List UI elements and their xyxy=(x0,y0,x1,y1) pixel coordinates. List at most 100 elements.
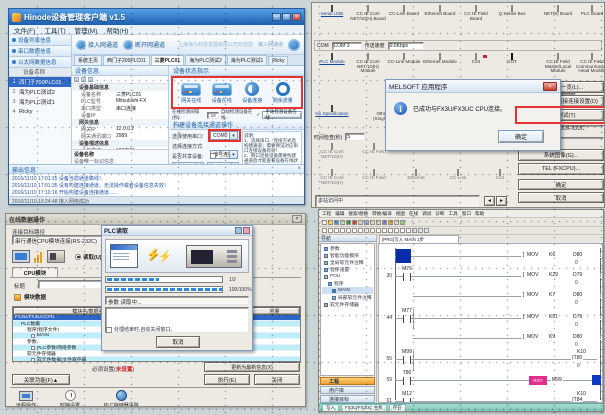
disconnect-channel-button[interactable]: 断开网通道 xyxy=(123,40,165,50)
sidebar-section-devices[interactable]: 设备列表信息 xyxy=(9,35,71,46)
nav-button-userlib[interactable]: 用户库 xyxy=(320,386,375,394)
toolbar-icon[interactable] xyxy=(370,220,375,225)
if-net2-board[interactable]: NET(II) Board xyxy=(540,7,576,17)
prop-row[interactable]: 网关通讯端口2989 xyxy=(72,133,168,140)
menu-tool[interactable]: 工具 xyxy=(449,211,458,217)
if-cclink-module[interactable]: CC-Link Module xyxy=(386,55,422,65)
connect-channel-button[interactable]: 接入网通道 xyxy=(76,40,118,50)
melsoft-dialog-titlebar[interactable]: MELSOFT 应用程序 × xyxy=(386,80,560,93)
route-next-button[interactable]: ► xyxy=(496,196,507,206)
toolbar-icon[interactable] xyxy=(340,220,345,225)
coroute-ccie-cont[interactable]: CC IE Cont NET/10(H) xyxy=(314,171,350,185)
menu-manage[interactable]: 管理(M) xyxy=(75,25,98,35)
related-functions-button[interactable]: 关联功能(F)▲ xyxy=(12,374,70,385)
melsoft-close-button[interactable]: × xyxy=(543,82,557,91)
ladder-editor[interactable]: MOVK6D80 0 30 M76 MOVK29D79 0 MOVK7D80 0… xyxy=(378,243,603,403)
output-close-icon[interactable]: × xyxy=(297,166,301,172)
tree-item[interactable]: 局部软元件注释 xyxy=(322,294,373,301)
port-combo[interactable]: COM0 xyxy=(210,131,238,140)
auto-check-icon[interactable]: ✓ xyxy=(257,112,261,118)
prop-group[interactable]: 设备描述信息 xyxy=(72,140,168,147)
if-ccie-field-master[interactable]: CC IE Field Master/Local Module xyxy=(540,55,576,74)
menu-compile[interactable]: 转换/编译 xyxy=(372,211,392,217)
update-latest-button[interactable]: 更新为最新信息(X) xyxy=(204,362,300,372)
device-row[interactable]: 4Ricky xyxy=(9,107,71,117)
property-toolbar[interactable] xyxy=(72,76,168,84)
tel-fxcpu-button[interactable]: TEL (FXCPU)... xyxy=(518,163,604,175)
cpu-module-tab[interactable]: CPU模块 xyxy=(12,267,58,277)
menu-help[interactable]: 帮助(H) xyxy=(106,25,128,35)
progress-minimize-icon[interactable] xyxy=(235,227,242,234)
toolbar-icon[interactable] xyxy=(352,228,357,233)
prop-group[interactable]: 网关信息 xyxy=(72,119,168,126)
contact-symbol[interactable] xyxy=(403,377,411,385)
menu-find[interactable]: 搜索/替换 xyxy=(348,211,368,217)
toolbar-icon[interactable] xyxy=(364,228,369,233)
ok-button[interactable]: 确定 xyxy=(518,179,604,190)
tab-mitsubishi[interactable]: 三菱PLC01 xyxy=(151,55,185,65)
if-ethernet-module[interactable]: Ethernet Module xyxy=(422,55,458,65)
device-row[interactable]: 2海为PLC测试2 xyxy=(9,87,71,97)
if-ethernet-board[interactable]: Ethernet Board xyxy=(422,7,458,17)
mov-instruction[interactable]: MOVK29D79 xyxy=(521,272,603,278)
tree-item[interactable]: POU xyxy=(322,273,373,280)
mov-instruction[interactable]: MOVK6D80 xyxy=(521,252,603,258)
menu-help[interactable]: 帮助 xyxy=(475,211,484,217)
tree-item[interactable]: 程序 xyxy=(322,280,373,287)
prop-row[interactable]: 网关IP12.0.0.2 xyxy=(72,126,168,133)
toolbar-icon[interactable] xyxy=(388,228,393,233)
toolbar-icon[interactable] xyxy=(358,228,363,233)
toolbar-icon[interactable] xyxy=(370,228,375,233)
tab-ricky[interactable]: Ricky xyxy=(268,56,288,65)
prop-row[interactable]: 设备名称三菱PLC01 xyxy=(72,91,168,98)
coroute-c24[interactable]: C24 xyxy=(482,171,518,181)
execute-button[interactable]: 执行(E) xyxy=(204,374,250,385)
tree-item[interactable]: 软元件存储器 xyxy=(322,301,373,308)
minimize-button[interactable]: ─ xyxy=(272,13,281,21)
col-header-size[interactable]: 容量 xyxy=(249,307,300,315)
coroute-ethernet[interactable]: Ethernet xyxy=(398,171,434,181)
contact-symbol[interactable] xyxy=(403,273,411,281)
toolbar-icon[interactable] xyxy=(376,220,381,225)
toolbar-icon[interactable] xyxy=(418,228,423,233)
menu-project[interactable]: 工程 xyxy=(322,211,331,217)
route-ccie-cont[interactable]: CC IE Cont NET/10(H) xyxy=(314,145,350,159)
toolbar-icon[interactable] xyxy=(394,220,399,225)
if-ccie-cont-board[interactable]: CC IE Cont NET/10(H) Board xyxy=(350,7,386,21)
route-prev-button[interactable]: ◄ xyxy=(484,196,495,206)
if-plc-board[interactable]: PLC Board xyxy=(574,7,605,17)
toolbar-icon[interactable] xyxy=(376,228,381,233)
if-plc-module[interactable]: PLC Module xyxy=(314,55,350,65)
mov-instruction[interactable]: MOVK7D80 xyxy=(521,292,603,298)
mov-instruction[interactable]: MOVK31D79 xyxy=(521,314,603,320)
toolbar-icon[interactable] xyxy=(400,228,405,233)
contact-symbol[interactable] xyxy=(403,315,411,323)
toolbar-icon[interactable] xyxy=(406,228,411,233)
prop-group[interactable]: 设备基础信息 xyxy=(72,84,168,91)
menu-debug[interactable]: 调试 xyxy=(422,211,431,217)
prop-row[interactable]: 串口类型串口连接 xyxy=(72,105,168,112)
auto-close-row[interactable]: 处理结束时,自动关闭窗口。 xyxy=(106,326,175,333)
radio-read[interactable]: 读取(U) xyxy=(75,253,102,261)
hinode-titlebar[interactable]: Hinode设备管理客户端 v1.5 ─ □ × xyxy=(9,9,304,25)
maximize-button[interactable]: □ xyxy=(282,13,291,21)
toolbar-icon[interactable] xyxy=(328,228,333,233)
auto-close-checkbox[interactable] xyxy=(106,327,112,333)
toolbar-icon[interactable] xyxy=(352,220,357,225)
device-row[interactable]: 1西门子200PLC01 xyxy=(9,77,71,87)
menu-view[interactable]: 视图 xyxy=(396,211,405,217)
if-got[interactable]: GOT xyxy=(494,55,530,65)
progress-titlebar[interactable]: PLC读取 xyxy=(102,226,252,236)
interval-input[interactable]: 10 xyxy=(207,112,218,119)
tree-item[interactable]: 全局软元件注释 xyxy=(322,259,373,266)
toolbar-icon[interactable] xyxy=(400,220,405,225)
toolbar-icon[interactable] xyxy=(322,220,327,225)
manual-check-button[interactable]: 手动检测设备在线 xyxy=(262,111,302,119)
toolbar-icon[interactable] xyxy=(334,220,339,225)
coroute-ccie-field[interactable]: CC IE Field xyxy=(356,171,392,181)
tab-haiwei1[interactable]: 海为PLC测试1 xyxy=(227,55,268,65)
toolbar-icon[interactable] xyxy=(382,228,387,233)
speed-value[interactable]: 9.6Kbps xyxy=(388,42,424,50)
tab-home[interactable]: 系统主页 xyxy=(74,55,102,65)
online-data-close-icon[interactable]: × xyxy=(292,215,302,223)
